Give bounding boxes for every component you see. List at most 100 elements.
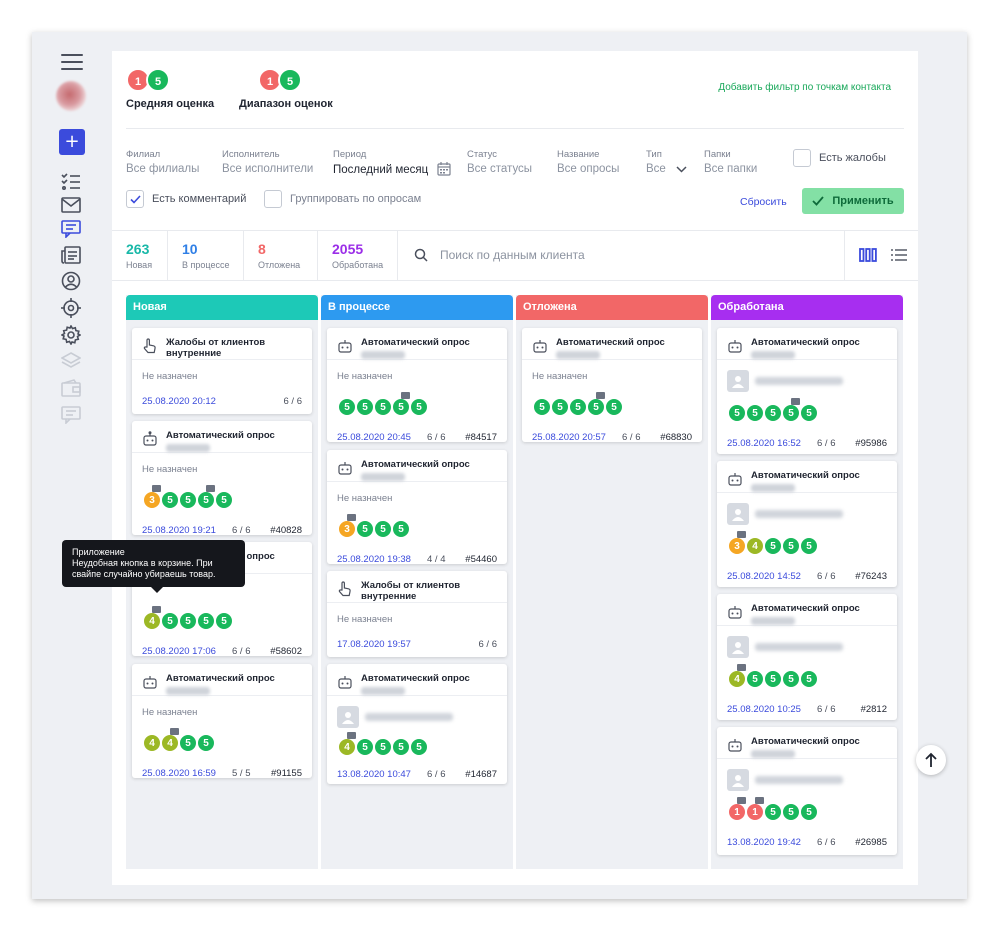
card-title: Автоматический опрос [361, 459, 470, 470]
complaints-checkbox[interactable]: Есть жалобы [793, 149, 886, 167]
search-input[interactable]: Поиск по данным клиента [440, 248, 585, 262]
card[interactable]: Автоматический опрос Не назначен 3 5 5 5… [132, 421, 312, 536]
news-icon[interactable] [60, 244, 82, 266]
filter-label: Название [557, 149, 600, 160]
client-name-blurred [755, 642, 843, 651]
card[interactable]: Автоматический опрос 1 1 5 5 5 13.08.202… [717, 727, 897, 855]
layers-icon[interactable] [60, 350, 82, 372]
filter-label: Период [333, 149, 367, 160]
group-by-survey-checkbox[interactable]: Группировать по опросам [264, 190, 421, 208]
card-answer-count: 6 / 6 [427, 431, 446, 443]
wallet-icon[interactable] [60, 377, 82, 399]
menu-icon[interactable] [61, 54, 83, 70]
client-avatar [727, 768, 749, 791]
divider [126, 128, 904, 129]
score-range-group: 1 5 Диапазон оценок [239, 68, 333, 110]
client-avatar [727, 635, 749, 658]
stat-count: 10 [182, 241, 198, 257]
card[interactable]: Автоматический опрос 5 5 5 5 5 25.08.202… [717, 328, 897, 454]
chat-icon[interactable] [60, 404, 82, 426]
score-badge: 4 [727, 664, 747, 689]
checklist-icon[interactable] [60, 171, 82, 193]
gear-icon[interactable] [60, 324, 82, 346]
kanban-view-icon[interactable] [859, 248, 877, 262]
user-icon[interactable] [60, 270, 82, 292]
score-badge: 5 [727, 403, 747, 423]
filter-period[interactable]: Период Последний месяц [333, 149, 451, 176]
apply-label: Применить [832, 195, 894, 207]
card-date: 25.08.2020 16:59 [142, 767, 216, 779]
score-badge: 5 [355, 736, 375, 757]
card[interactable]: Автоматический опрос 3 4 5 5 5 25.08.202… [717, 461, 897, 587]
score-badge: 5 [214, 490, 234, 510]
card-id: #54460 [465, 553, 497, 565]
score-circles: 3 5 5 5 [327, 509, 507, 544]
filter-value: Все [646, 163, 666, 175]
checkbox-box[interactable] [264, 190, 282, 208]
apply-button[interactable]: Применить [802, 188, 904, 214]
score-circles: 5 5 5 5 5 [327, 387, 507, 422]
score-badge: 5 [763, 403, 783, 423]
score-badge: 5 [373, 519, 393, 539]
scroll-to-top-button[interactable] [916, 745, 946, 775]
card-id: #95986 [855, 437, 887, 449]
card[interactable]: Автоматический опрос 4 5 5 5 5 13.08.202… [327, 664, 507, 784]
card[interactable]: Жалобы от клиентов внутренние Не назначен… [327, 571, 507, 657]
score-badge: 5 [745, 669, 765, 689]
stat-processed[interactable]: 2055 Обработана [318, 231, 398, 280]
filter-branch[interactable]: Филиал Все филиалы [126, 149, 199, 175]
stat-new[interactable]: 263 Новая [112, 231, 168, 280]
stat-in-progress[interactable]: 10 В процессе [168, 231, 244, 280]
avatar[interactable] [56, 81, 86, 111]
robot-icon [338, 462, 352, 475]
card-answer-count: 4 / 4 [427, 553, 446, 565]
score-badge: 5 [178, 733, 198, 753]
score-badge: 4 [745, 536, 765, 556]
card[interactable]: Автоматический опрос Не назначен 4 4 5 5… [132, 664, 312, 779]
mail-icon[interactable] [60, 194, 82, 216]
comment-checkbox[interactable]: Есть комментарий [126, 190, 246, 208]
card-title-line2: внутренние [166, 348, 222, 359]
add-button[interactable]: + [59, 129, 85, 155]
card-answer-count: 6 / 6 [817, 836, 836, 848]
target-icon[interactable] [60, 297, 82, 319]
card-date: 25.08.2020 20:45 [337, 431, 411, 443]
score-badge: 5 [178, 611, 198, 631]
card-assignee: Не назначен [142, 371, 198, 382]
card-assignee: Не назначен [142, 707, 198, 718]
column-processed: Обработана Автоматический опрос 5 5 5 5 … [711, 295, 903, 869]
card-date: 25.08.2020 19:21 [142, 524, 216, 536]
card-subtitle-blurred [751, 484, 795, 492]
card[interactable]: Автоматический опрос 4 5 5 5 5 25.08.202… [717, 594, 897, 720]
card-id: #26985 [855, 836, 887, 848]
card[interactable]: Автоматический опрос Не назначен 5 5 5 5… [522, 328, 702, 443]
calendar-icon[interactable] [437, 162, 451, 176]
stat-postponed[interactable]: 8 Отложена [244, 231, 318, 280]
robot-icon [728, 473, 742, 486]
search-field[interactable]: Поиск по данным клиента [414, 248, 585, 262]
card[interactable]: Автоматический опрос Не назначен 5 5 5 5… [327, 328, 507, 443]
filter-executor[interactable]: Исполнитель Все исполнители [222, 149, 313, 175]
robot-icon [143, 676, 157, 689]
filter-survey-name[interactable]: Название Все опросы [557, 149, 619, 175]
card-answer-count: 6 / 6 [817, 437, 836, 449]
filter-type[interactable]: Тип Все [646, 149, 687, 175]
checkbox-box[interactable] [126, 190, 144, 208]
card-subtitle-blurred [751, 617, 795, 625]
card[interactable]: Жалобы от клиентов внутренние Не назначен… [132, 328, 312, 414]
reset-button[interactable]: Сбросить [740, 196, 787, 208]
score-badge: 4 [160, 728, 180, 753]
card-answer-count: 6 / 6 [232, 645, 251, 657]
stat-count: 2055 [332, 241, 364, 257]
card[interactable]: Автоматический опрос Не назначен 3 5 5 5… [327, 450, 507, 565]
feedback-icon[interactable] [60, 218, 82, 240]
checkbox-box[interactable] [793, 149, 811, 167]
add-contact-filter-link[interactable]: Добавить фильтр по точкам контакта [718, 82, 891, 93]
filter-status[interactable]: Статус Все статусы [467, 149, 532, 175]
filter-folders[interactable]: Папки Все папки [704, 149, 757, 175]
list-view-icon[interactable] [891, 248, 907, 262]
score-badge: 5 [160, 490, 180, 510]
card-assignee: Не назначен [532, 371, 588, 382]
stat-count: 263 [126, 241, 150, 257]
score-badge: 5 [214, 611, 234, 631]
